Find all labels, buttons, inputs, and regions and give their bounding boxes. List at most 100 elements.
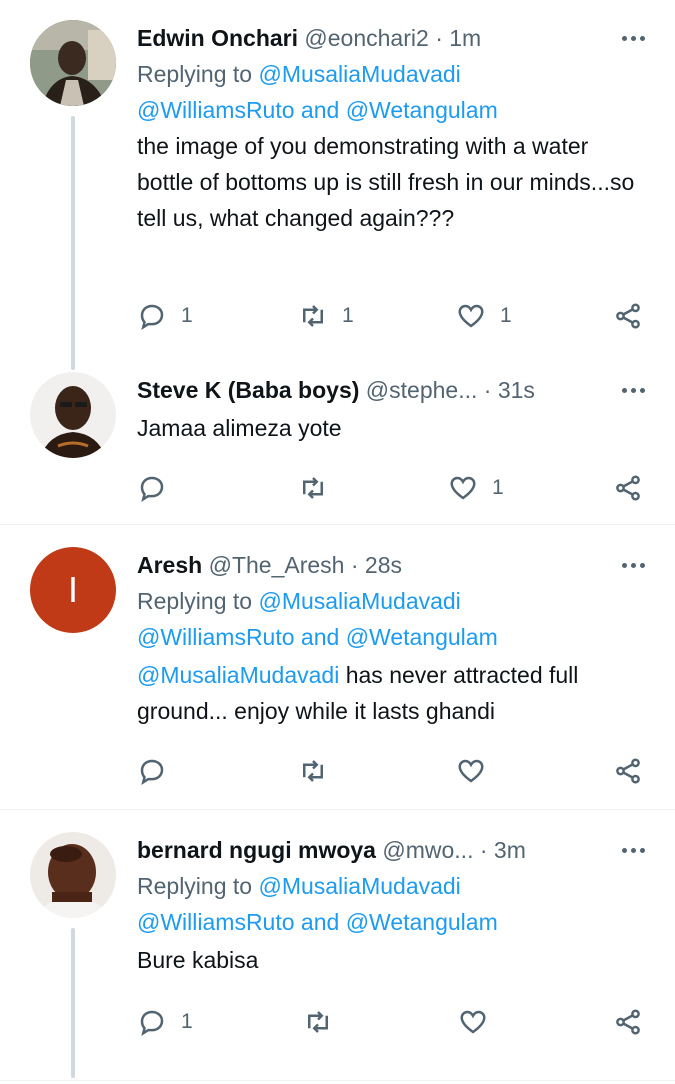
tweet-header: Aresh @The_Aresh · 28s bbox=[137, 549, 645, 581]
mention-link[interactable]: @MusaliaMudavadi bbox=[258, 873, 460, 899]
reply-icon bbox=[140, 1010, 164, 1036]
timestamp[interactable]: 31s bbox=[498, 377, 535, 403]
mention-link[interactable]: @WilliamsRuto bbox=[137, 624, 295, 650]
retweet-icon bbox=[303, 477, 323, 499]
mention-link[interactable]: @MusaliaMudavadi bbox=[137, 662, 339, 688]
separator-dot: · bbox=[350, 552, 359, 578]
reply-button[interactable]: 1 bbox=[137, 1007, 193, 1037]
action-bar bbox=[0, 751, 675, 791]
share-button[interactable] bbox=[613, 473, 643, 503]
like-count: 1 bbox=[492, 476, 504, 499]
more-icon[interactable] bbox=[605, 26, 645, 50]
retweet-icon bbox=[303, 305, 323, 327]
thread-line bbox=[71, 352, 75, 370]
replying-to: Replying to @MusaliaMudavadi @WilliamsRu… bbox=[137, 56, 645, 128]
tweet-header: Steve K (Baba boys) @stephe... · 31s bbox=[137, 374, 645, 406]
mention-link[interactable]: @Wetangulam bbox=[346, 909, 498, 935]
avatar-photo bbox=[30, 372, 116, 458]
replying-prefix: Replying to bbox=[137, 588, 253, 614]
tweet[interactable]: Edwin Onchari @eonchari2 · 1m Replying t… bbox=[0, 0, 675, 360]
avatar[interactable] bbox=[30, 20, 116, 106]
timestamp[interactable]: 1m bbox=[449, 25, 481, 51]
share-button[interactable] bbox=[613, 1007, 643, 1037]
tweet-text: Bure kabisa bbox=[137, 947, 259, 973]
mention-link[interactable]: @MusaliaMudavadi bbox=[258, 61, 460, 87]
reply-icon bbox=[140, 304, 164, 330]
retweet-icon bbox=[308, 1011, 328, 1033]
avatar[interactable]: I bbox=[30, 547, 116, 633]
heart-icon bbox=[450, 476, 476, 500]
heart-icon bbox=[460, 1010, 486, 1034]
mention-link[interactable]: @WilliamsRuto bbox=[137, 97, 295, 123]
retweet-button[interactable] bbox=[298, 473, 328, 503]
tweet-text: Jamaa alimeza yote bbox=[137, 415, 342, 441]
like-button[interactable] bbox=[456, 756, 486, 786]
like-count: 1 bbox=[500, 304, 512, 327]
action-bar: 1 bbox=[0, 1002, 675, 1042]
retweet-button[interactable] bbox=[303, 1007, 333, 1037]
mention-link[interactable]: @Wetangulam bbox=[346, 624, 498, 650]
replying-to: Replying to @MusaliaMudavadi @WilliamsRu… bbox=[137, 583, 645, 655]
heart-icon bbox=[458, 304, 484, 328]
separator-dot: · bbox=[479, 837, 488, 863]
tweet-text: the image of you demonstrating with a wa… bbox=[137, 133, 635, 231]
reply-icon bbox=[140, 476, 164, 502]
share-button[interactable] bbox=[613, 301, 643, 331]
avatar-photo bbox=[30, 832, 116, 918]
action-bar: 1 bbox=[0, 468, 675, 508]
display-name[interactable]: Aresh bbox=[137, 552, 202, 578]
retweet-button[interactable] bbox=[298, 756, 328, 786]
avatar-photo bbox=[30, 20, 116, 106]
reply-button[interactable]: 1 bbox=[137, 301, 193, 331]
more-icon[interactable] bbox=[605, 553, 645, 577]
tweet[interactable]: bernard ngugi mwoya @mwo... · 3m Replyin… bbox=[0, 810, 675, 1084]
like-button[interactable] bbox=[458, 1007, 488, 1037]
share-button[interactable] bbox=[613, 756, 643, 786]
replying-and[interactable]: and bbox=[301, 909, 339, 935]
tweet[interactable]: I Aresh @The_Aresh · 28s Replying to @Mu… bbox=[0, 525, 675, 809]
avatar-letter: I bbox=[67, 569, 78, 610]
reply-button[interactable] bbox=[137, 473, 167, 503]
user-handle[interactable]: @eonchari2 bbox=[304, 25, 428, 51]
display-name[interactable]: Steve K (Baba boys) bbox=[137, 377, 359, 403]
more-icon[interactable] bbox=[605, 378, 645, 402]
user-handle[interactable]: @The_Aresh bbox=[209, 552, 345, 578]
separator-dot: · bbox=[483, 377, 492, 403]
replying-to: Replying to @MusaliaMudavadi @WilliamsRu… bbox=[137, 868, 645, 940]
share-icon bbox=[616, 1009, 640, 1035]
share-icon bbox=[616, 303, 640, 329]
action-bar: 1 1 1 bbox=[0, 296, 675, 336]
divider bbox=[0, 1080, 675, 1081]
replying-and[interactable]: and bbox=[301, 97, 339, 123]
more-icon[interactable] bbox=[605, 838, 645, 862]
tweet-text: @MusaliaMudavadi has never attracted ful… bbox=[137, 657, 645, 729]
user-handle[interactable]: @mwo... bbox=[382, 837, 473, 863]
replying-and[interactable]: and bbox=[301, 624, 339, 650]
replying-prefix: Replying to bbox=[137, 61, 253, 87]
retweet-count: 1 bbox=[342, 304, 354, 327]
like-button[interactable]: 1 bbox=[448, 473, 504, 503]
tweet-header: bernard ngugi mwoya @mwo... · 3m bbox=[137, 834, 645, 866]
retweet-button[interactable]: 1 bbox=[298, 301, 354, 331]
display-name[interactable]: Edwin Onchari bbox=[137, 25, 298, 51]
avatar[interactable] bbox=[30, 832, 116, 918]
separator-dot: · bbox=[435, 25, 443, 51]
display-name[interactable]: bernard ngugi mwoya bbox=[137, 837, 376, 863]
timestamp[interactable]: 3m bbox=[494, 837, 526, 863]
mention-link[interactable]: @Wetangulam bbox=[346, 97, 498, 123]
tweet-header: Edwin Onchari @eonchari2 · 1m bbox=[137, 22, 645, 54]
mention-link[interactable]: @MusaliaMudavadi bbox=[258, 588, 460, 614]
avatar[interactable] bbox=[30, 372, 116, 458]
retweet-icon bbox=[303, 760, 323, 782]
user-handle[interactable]: @stephe... bbox=[366, 377, 478, 403]
like-button[interactable]: 1 bbox=[456, 301, 512, 331]
mention-link[interactable]: @WilliamsRuto bbox=[137, 909, 295, 935]
tweet[interactable]: Steve K (Baba boys) @stephe... · 31s Jam… bbox=[0, 352, 675, 524]
reply-count: 1 bbox=[181, 304, 193, 327]
replying-prefix: Replying to bbox=[137, 873, 253, 899]
reply-count: 1 bbox=[181, 1010, 193, 1033]
share-icon bbox=[616, 475, 640, 501]
timestamp[interactable]: 28s bbox=[365, 552, 402, 578]
reply-icon bbox=[140, 759, 164, 785]
reply-button[interactable] bbox=[137, 756, 167, 786]
